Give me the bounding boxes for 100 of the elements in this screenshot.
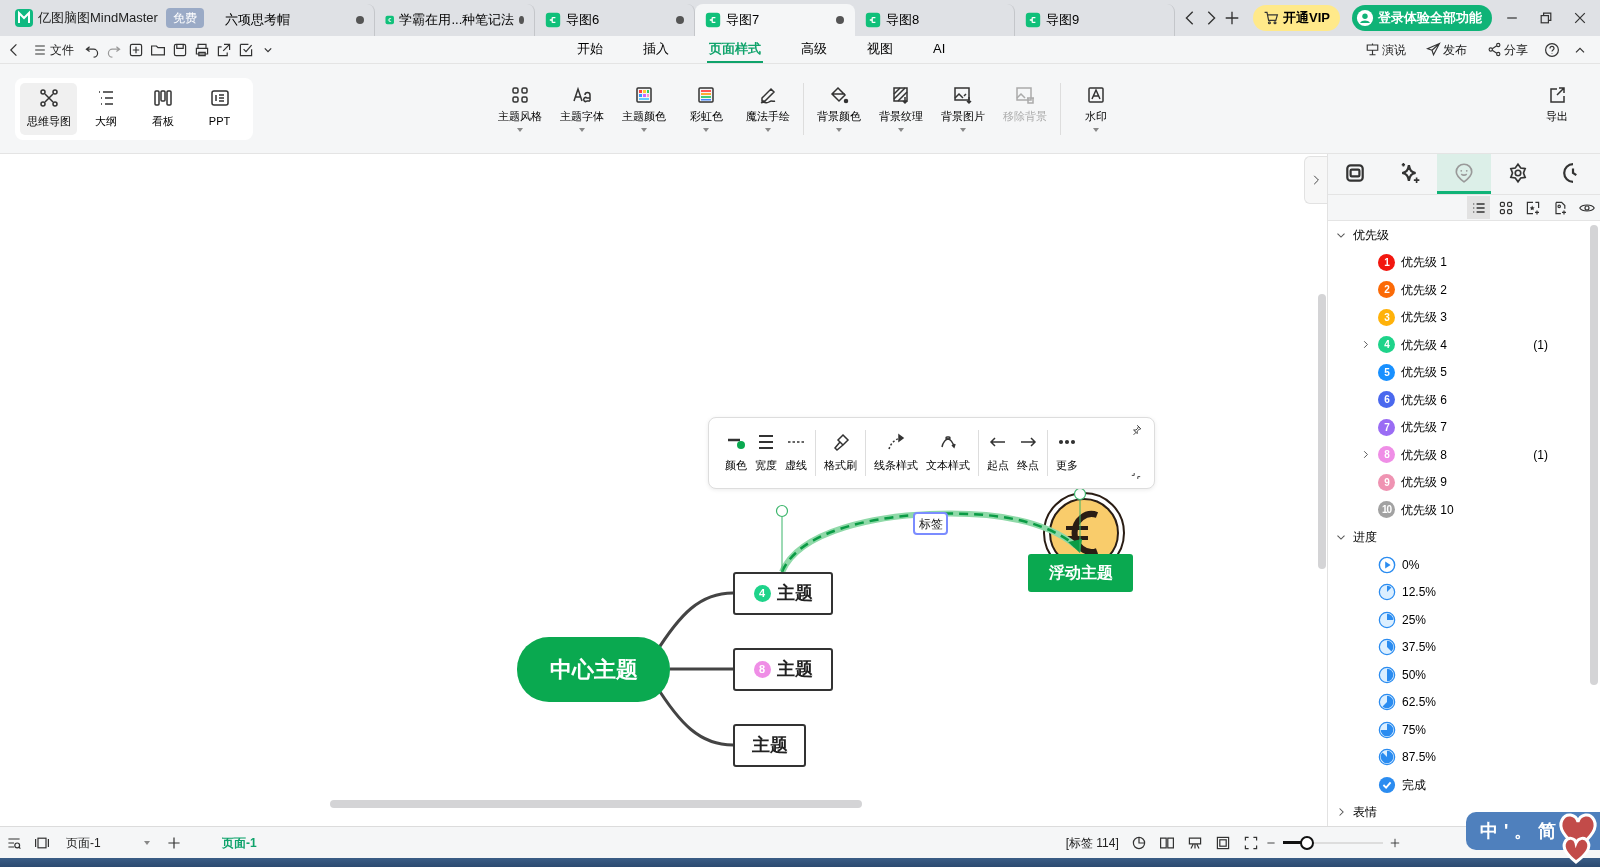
map-file-icon: [545, 12, 561, 28]
toolbar-action-button[interactable]: 发布: [1422, 40, 1471, 59]
smiley-tag-icon: [1453, 161, 1475, 184]
topic-node[interactable]: 4 主题: [733, 572, 833, 615]
pen-icon: [758, 85, 778, 106]
line-tool-button[interactable]: 更多: [1052, 432, 1082, 474]
page-select[interactable]: 页面-1: [62, 833, 154, 852]
marker-list-item[interactable]: 9 优先级 9: [1328, 468, 1588, 496]
marker-list-item[interactable]: 75%: [1328, 716, 1588, 744]
new-file-icon[interactable]: [128, 41, 144, 58]
topic-node[interactable]: 主题: [733, 724, 806, 767]
dropdown-caret-icon: [517, 127, 523, 132]
marker-list-item[interactable]: 2 优先级 2: [1328, 276, 1588, 304]
relationship-label[interactable]: 标签: [913, 512, 948, 535]
grid-icon: [1497, 199, 1514, 216]
marker-list-item[interactable]: 完成: [1328, 771, 1588, 799]
marker-list-item[interactable]: 0%: [1328, 551, 1588, 579]
category-header[interactable]: 进度: [1328, 523, 1377, 551]
zoom-slider-thumb[interactable]: [1299, 835, 1314, 850]
line-tool-button[interactable]: 终点: [1013, 432, 1043, 474]
view-mode-button[interactable]: PPT: [191, 82, 248, 135]
document-tab[interactable]: 导图7: [695, 4, 855, 36]
ribbon-tool-button[interactable]: 彩虹色: [675, 85, 737, 132]
marker-list-item[interactable]: 1 优先级 1: [1328, 248, 1588, 276]
control-handle[interactable]: [775, 504, 789, 573]
ribbon-tool-button[interactable]: 水印: [1065, 85, 1127, 132]
priority-icon: 9: [1378, 473, 1395, 491]
control-handle[interactable]: [1073, 487, 1087, 553]
add-page-icon[interactable]: [166, 834, 182, 851]
marker-list-item[interactable]: 50%: [1328, 661, 1588, 689]
marker-list-item[interactable]: 8 优先级 8 (1): [1328, 441, 1588, 469]
branch-connector: [670, 667, 733, 671]
line-tool-button[interactable]: 线条样式: [870, 432, 922, 474]
frame-icon[interactable]: [1214, 834, 1231, 851]
ribbon-tool-button[interactable]: 主题颜色: [613, 85, 675, 132]
view-mode-button[interactable]: 看板: [134, 82, 191, 135]
shrink-icon[interactable]: [1130, 470, 1142, 482]
marker-list-item[interactable]: 87.5%: [1328, 743, 1588, 771]
marker-list-item[interactable]: 7 优先级 7: [1328, 413, 1588, 441]
ribbon-tool-button[interactable]: 魔法手绘: [737, 85, 799, 132]
checklist-icon[interactable]: [238, 41, 254, 58]
print-icon[interactable]: [194, 41, 210, 58]
plan-badge: 免费: [165, 8, 204, 28]
category-header[interactable]: 表情: [1328, 798, 1377, 826]
toolbar-action-button[interactable]: 分享: [1483, 40, 1532, 59]
zoom-in-icon[interactable]: [1388, 836, 1401, 849]
marker-list-item[interactable]: 10 优先级 10: [1328, 496, 1588, 524]
line-tool-button[interactable]: 起点: [983, 432, 1013, 474]
save-icon[interactable]: [172, 41, 188, 58]
export-button[interactable]: 导出: [1526, 85, 1588, 132]
ribbon-tab[interactable]: 高级: [799, 35, 829, 64]
file-menu-button[interactable]: 文件: [28, 40, 78, 59]
marker-list-item[interactable]: 62.5%: [1328, 688, 1588, 716]
view-mode-button[interactable]: 大纲: [77, 82, 134, 135]
export-icon[interactable]: [216, 41, 232, 58]
marker-list-item[interactable]: 4 优先级 4 (1): [1328, 331, 1588, 359]
line-tool-button[interactable]: 格式刷: [820, 432, 861, 474]
view-mode-button[interactable]: 思维导图: [20, 82, 77, 135]
pie-chart-icon[interactable]: [1130, 834, 1147, 851]
marker-list-item[interactable]: 12.5%: [1328, 578, 1588, 606]
ribbon-tool-button[interactable]: 背景图片: [932, 85, 994, 132]
toolbar-action-button[interactable]: 演说: [1361, 40, 1410, 59]
ribbon-tab[interactable]: 插入: [641, 35, 671, 64]
add-tab-icon[interactable]: [1223, 9, 1241, 27]
marker-list-item[interactable]: 25%: [1328, 606, 1588, 634]
marker-list-item[interactable]: 6 优先级 6: [1328, 386, 1588, 414]
vip-button[interactable]: 开通VIP: [1253, 5, 1340, 31]
ribbon-tab[interactable]: AI: [931, 35, 948, 64]
marker-list-item[interactable]: 5 优先级 5: [1328, 358, 1588, 386]
close-icon[interactable]: [1572, 10, 1588, 26]
category-header[interactable]: 优先级: [1328, 221, 1389, 249]
ribbon-tool-button[interactable]: 背景纹理: [870, 85, 932, 132]
restore-icon[interactable]: [1538, 10, 1554, 26]
ribbon-tool-button[interactable]: 主题风格: [489, 85, 551, 132]
line-tool-button[interactable]: 颜色: [721, 432, 751, 474]
ribbon-tab[interactable]: 视图: [865, 35, 895, 64]
mind-map-icon: [38, 87, 59, 108]
marker-list-item[interactable]: 3 优先级 3: [1328, 303, 1588, 331]
dropdown-caret-icon: [144, 840, 150, 845]
ribbon-tool-button[interactable]: 主题字体: [551, 85, 613, 132]
line-tool-button[interactable]: 虚线: [781, 432, 811, 474]
dropdown-caret-icon: [898, 127, 904, 132]
ribbon-tab[interactable]: 开始: [575, 35, 605, 64]
add-star-icon: [1524, 199, 1541, 216]
rainbow-icon: [696, 85, 716, 106]
share-icon: [1487, 42, 1502, 57]
marker-list-item[interactable]: 37.5%: [1328, 633, 1588, 661]
view-mode-toggle[interactable]: [1467, 196, 1490, 219]
ribbon-tool-button[interactable]: 背景颜色: [808, 85, 870, 132]
fullscreen-icon[interactable]: [1242, 834, 1259, 851]
horizontal-scrollbar[interactable]: [330, 800, 862, 808]
line-tool-button[interactable]: 文本样式: [922, 432, 974, 474]
panel-scrollbar[interactable]: [1590, 225, 1598, 685]
help-icon[interactable]: [1544, 41, 1560, 58]
topic-node[interactable]: 8 主题: [733, 648, 833, 691]
line-tool-button[interactable]: 宽度: [751, 432, 781, 474]
priority-icon: 10: [1378, 501, 1395, 519]
item-count: (1): [1533, 446, 1548, 464]
pin-icon[interactable]: [1130, 424, 1142, 436]
vertical-scrollbar[interactable]: [1318, 294, 1326, 569]
